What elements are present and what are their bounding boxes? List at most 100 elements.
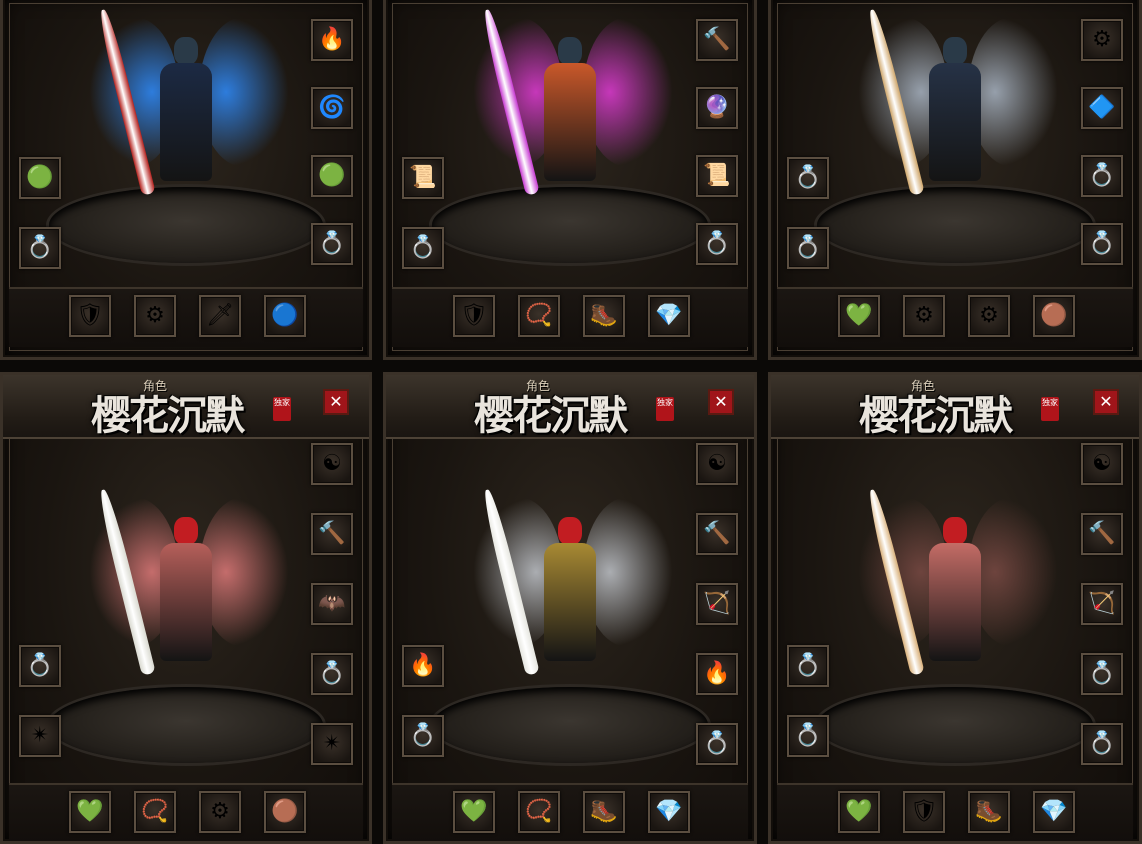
equipment-slot-left-1[interactable]: 🟢 [19,157,61,199]
item-icon: 🔥 [703,661,731,686]
item-icon: 🥾 [975,799,1003,824]
item-icon: 🛡 [460,303,488,328]
equipment-slot-right-5[interactable]: ✴ [311,723,353,765]
equipment-slot-bottom-2[interactable]: ⚙ [134,295,176,337]
equipment-slot-left-2[interactable]: ✴ [19,715,61,757]
equipment-slot-left-1[interactable]: 💍 [787,157,829,199]
close-button[interactable]: ✕ [323,389,349,415]
character-stage [817,187,1093,263]
equipment-slot-left-1[interactable]: 💍 [787,645,829,687]
equipment-slot-bottom-4[interactable]: 💎 [648,295,690,337]
equipment-slot-bottom-2[interactable]: 🛡 [903,791,945,833]
equipment-slot-right-1[interactable]: ☯ [696,443,738,485]
equipment-slot-right-3[interactable]: 🟢 [311,155,353,197]
equipment-slot-bottom-1[interactable]: 🛡 [453,295,495,337]
equipment-slot-right-3[interactable]: 🏹 [1081,583,1123,625]
equipment-slot-right-1[interactable]: ☯ [311,443,353,485]
equipment-slot-right-2[interactable]: 🔨 [1081,513,1123,555]
equipment-slot-right-4[interactable]: 💍 [1081,653,1123,695]
equipment-slot-right-1[interactable]: ☯ [1081,443,1123,485]
item-icon: 💍 [1088,731,1116,756]
equipment-slot-right-1[interactable]: 🔨 [696,19,738,61]
item-icon: 🔨 [703,27,731,52]
character-tab[interactable]: 角色 [911,377,935,394]
equipment-slot-right-4[interactable]: 💍 [311,223,353,265]
item-icon: 💍 [703,731,731,756]
equipment-slot-right-3[interactable]: 📜 [696,155,738,197]
equipment-slot-right-4[interactable]: 💍 [1081,223,1123,265]
character-tab[interactable]: 角色 [526,377,550,394]
character-head [558,517,582,545]
equipment-slot-right-5[interactable]: 💍 [1081,723,1123,765]
equipment-bar [392,783,748,841]
close-button[interactable]: ✕ [1093,389,1119,415]
item-icon: 💍 [794,723,822,748]
equipment-slot-bottom-4[interactable]: 🔵 [264,295,306,337]
equipment-slot-right-4[interactable]: 🔥 [696,653,738,695]
equipment-slot-left-2[interactable]: 💍 [787,715,829,757]
equipment-slot-bottom-1[interactable]: 💚 [838,295,880,337]
equipment-slot-right-1[interactable]: 🔥 [311,19,353,61]
item-icon: 💍 [318,231,346,256]
equipment-slot-left-1[interactable]: 📜 [402,157,444,199]
equipment-slot-right-2[interactable]: 🔨 [696,513,738,555]
exclusive-seal: 独家 [273,397,291,421]
equipment-slot-left-2[interactable]: 💍 [787,227,829,269]
item-icon: 🔨 [1088,521,1116,546]
character-figure [146,37,226,187]
equipment-slot-bottom-1[interactable]: 💚 [453,791,495,833]
equipment-slot-bottom-4[interactable]: 🟤 [1033,295,1075,337]
equipment-slot-bottom-1[interactable]: 🛡 [69,295,111,337]
equipment-slot-bottom-4[interactable]: 💎 [1033,791,1075,833]
equipment-slot-left-2[interactable]: 💍 [19,227,61,269]
equipment-slot-right-5[interactable]: 💍 [696,723,738,765]
item-icon: 🏹 [1088,591,1116,616]
equipment-slot-bottom-1[interactable]: 💚 [838,791,880,833]
equipment-bar [9,287,363,347]
panel-header: 樱花沉默 角色 独家 ✕ [386,375,754,439]
close-button[interactable]: ✕ [708,389,734,415]
character-tab[interactable]: 角色 [143,377,167,394]
item-icon: 🟢 [26,165,54,190]
equipment-slot-bottom-3[interactable]: ⚙ [968,295,1010,337]
equipment-slot-bottom-1[interactable]: 💚 [69,791,111,833]
equipment-slot-right-1[interactable]: ⚙ [1081,19,1123,61]
equipment-slot-right-3[interactable]: 🏹 [696,583,738,625]
item-icon: 💍 [1088,163,1116,188]
item-icon: 🗡 [206,303,234,328]
equipment-slot-bottom-2[interactable]: ⚙ [903,295,945,337]
equipment-slot-right-2[interactable]: 🔮 [696,87,738,129]
equipment-slot-bottom-4[interactable]: 💎 [648,791,690,833]
equipment-slot-bottom-3[interactable]: 🥾 [968,791,1010,833]
item-icon: 📜 [409,165,437,190]
equipment-slot-bottom-2[interactable]: 📿 [518,295,560,337]
item-icon: 📿 [141,799,169,824]
equipment-slot-left-2[interactable]: 💍 [402,227,444,269]
equipment-slot-bottom-3[interactable]: 🥾 [583,295,625,337]
character-stage [49,187,323,263]
equipment-slot-left-1[interactable]: 🔥 [402,645,444,687]
equipment-slot-left-1[interactable]: 💍 [19,645,61,687]
equipment-slot-left-2[interactable]: 💍 [402,715,444,757]
equipment-slot-bottom-2[interactable]: 📿 [518,791,560,833]
equipment-slot-right-3[interactable]: 💍 [1081,155,1123,197]
equipment-slot-right-2[interactable]: 🌀 [311,87,353,129]
equipment-slot-bottom-3[interactable]: 🥾 [583,791,625,833]
equipment-slot-bottom-3[interactable]: 🗡 [199,295,241,337]
equipment-slot-bottom-2[interactable]: 📿 [134,791,176,833]
item-icon: 🔨 [703,521,731,546]
equipment-slot-right-4[interactable]: 💍 [311,653,353,695]
item-icon: 🔷 [1088,95,1116,120]
item-icon: 📜 [703,163,731,188]
item-icon: ☯ [1092,451,1112,476]
equipment-bar [777,287,1133,347]
equipment-slot-right-4[interactable]: 💍 [696,223,738,265]
equipment-slot-right-2[interactable]: 🔷 [1081,87,1123,129]
equipment-slot-right-2[interactable]: 🔨 [311,513,353,555]
equipment-slot-bottom-3[interactable]: ⚙ [199,791,241,833]
character-body [929,543,981,661]
equipment-bar [9,783,363,841]
equipment-slot-bottom-4[interactable]: 🟤 [264,791,306,833]
equipment-slot-right-3[interactable]: 🦇 [311,583,353,625]
item-icon: 💍 [794,165,822,190]
